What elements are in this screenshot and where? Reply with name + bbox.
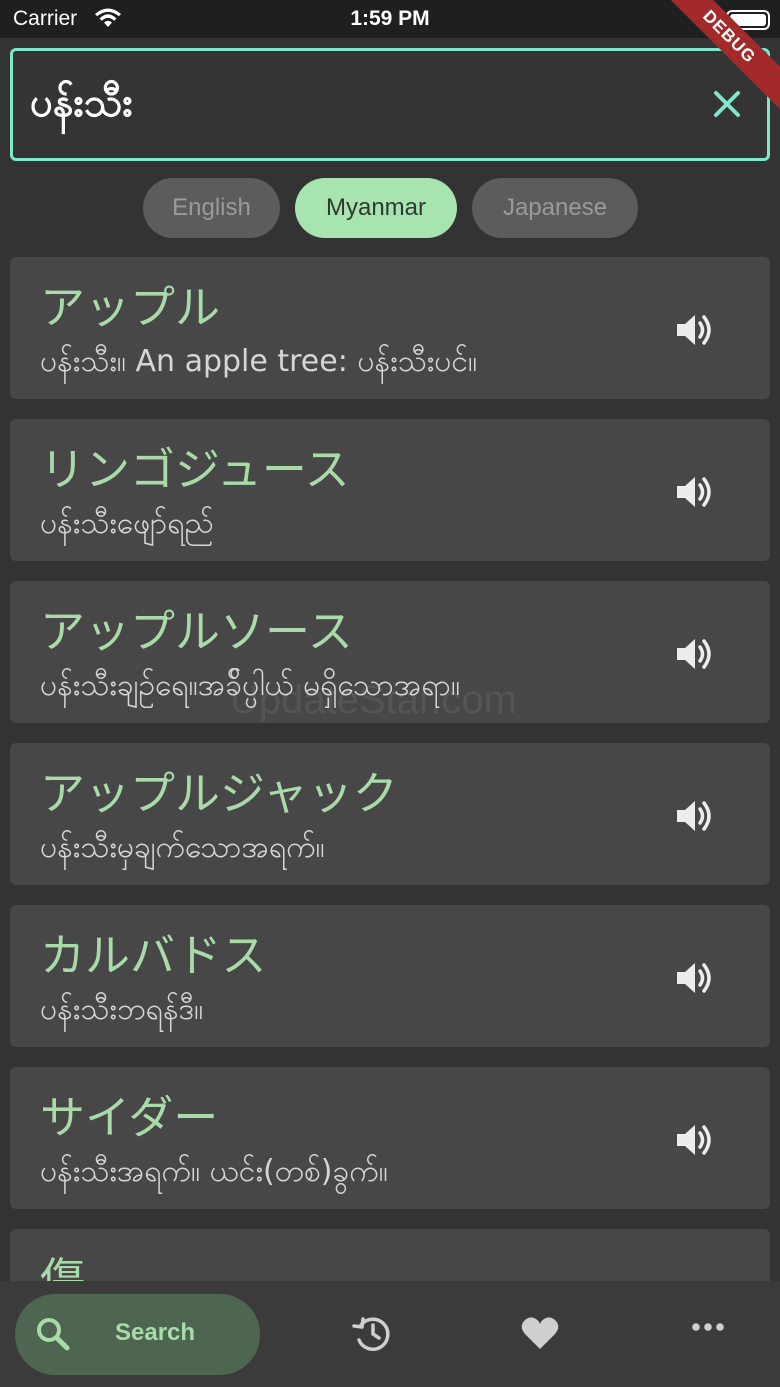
result-card[interactable]: リンゴジュース ပန်းသီးဖျော်ရည် <box>10 419 770 561</box>
nav-search-label: Search <box>115 1319 196 1346</box>
chip-japanese[interactable]: Japanese <box>472 178 638 238</box>
result-card[interactable]: アップル ပန်းသီး။ An apple tree: ပန်းသီးပင်။ <box>10 257 770 399</box>
result-card[interactable]: サイダー ပန်းသီးအရက်။ ယင်း(တစ်)ခွက်။ <box>10 1067 770 1209</box>
speaker-icon[interactable] <box>675 312 715 348</box>
search-input[interactable]: ပန်းသီး <box>10 48 770 161</box>
status-bar: Carrier 1:59 PM <box>0 0 780 38</box>
language-selector: English Myanmar Japanese <box>0 178 780 238</box>
speaker-icon[interactable] <box>675 798 715 834</box>
speaker-icon[interactable] <box>675 636 715 672</box>
result-description: ပန်းသီး။ An apple tree: ပန်းသီးပင်။ <box>40 344 478 379</box>
result-description: ပန်းသီးဖျော်ရည် <box>40 506 214 541</box>
close-icon[interactable] <box>708 85 746 123</box>
result-description: ပန်းသီးအရက်။ ယင်း(တစ်)ခွက်။ <box>40 1154 388 1189</box>
result-title: カルバドス <box>40 929 267 982</box>
chip-english[interactable]: English <box>143 178 280 238</box>
nav-search-button[interactable]: Search <box>15 1294 260 1375</box>
clock: 1:59 PM <box>350 7 430 30</box>
chip-myanmar[interactable]: Myanmar <box>295 178 457 238</box>
bottom-navigation: Search <box>0 1281 780 1387</box>
result-title: アップルソース <box>40 605 353 658</box>
heart-icon[interactable] <box>520 1315 560 1351</box>
result-title: サイダー <box>40 1091 219 1144</box>
speaker-icon[interactable] <box>675 960 715 996</box>
search-icon <box>37 1318 70 1351</box>
speaker-icon[interactable] <box>675 474 715 510</box>
result-title: アップル <box>40 281 221 334</box>
history-icon[interactable] <box>352 1315 392 1353</box>
result-card[interactable]: カルバドス ပန်းသီးဘရန်ဒီ။ <box>10 905 770 1047</box>
result-title: アップルジャック <box>40 767 398 820</box>
watermark: UpdateStar.com <box>230 678 517 722</box>
result-description: ပန်းသီးဘရန်ဒီ။ <box>40 992 204 1027</box>
result-title: リンゴジュース <box>40 443 350 496</box>
search-query[interactable]: ပန်းသီး <box>30 77 133 136</box>
result-description: ပန်းသီးမှချက်သောအရက်။ <box>40 830 325 865</box>
speaker-icon[interactable] <box>675 1122 715 1158</box>
result-card[interactable]: アップルジャック ပန်းသီးမှချက်သောအရက်။ <box>10 743 770 885</box>
more-icon[interactable] <box>691 1321 725 1333</box>
